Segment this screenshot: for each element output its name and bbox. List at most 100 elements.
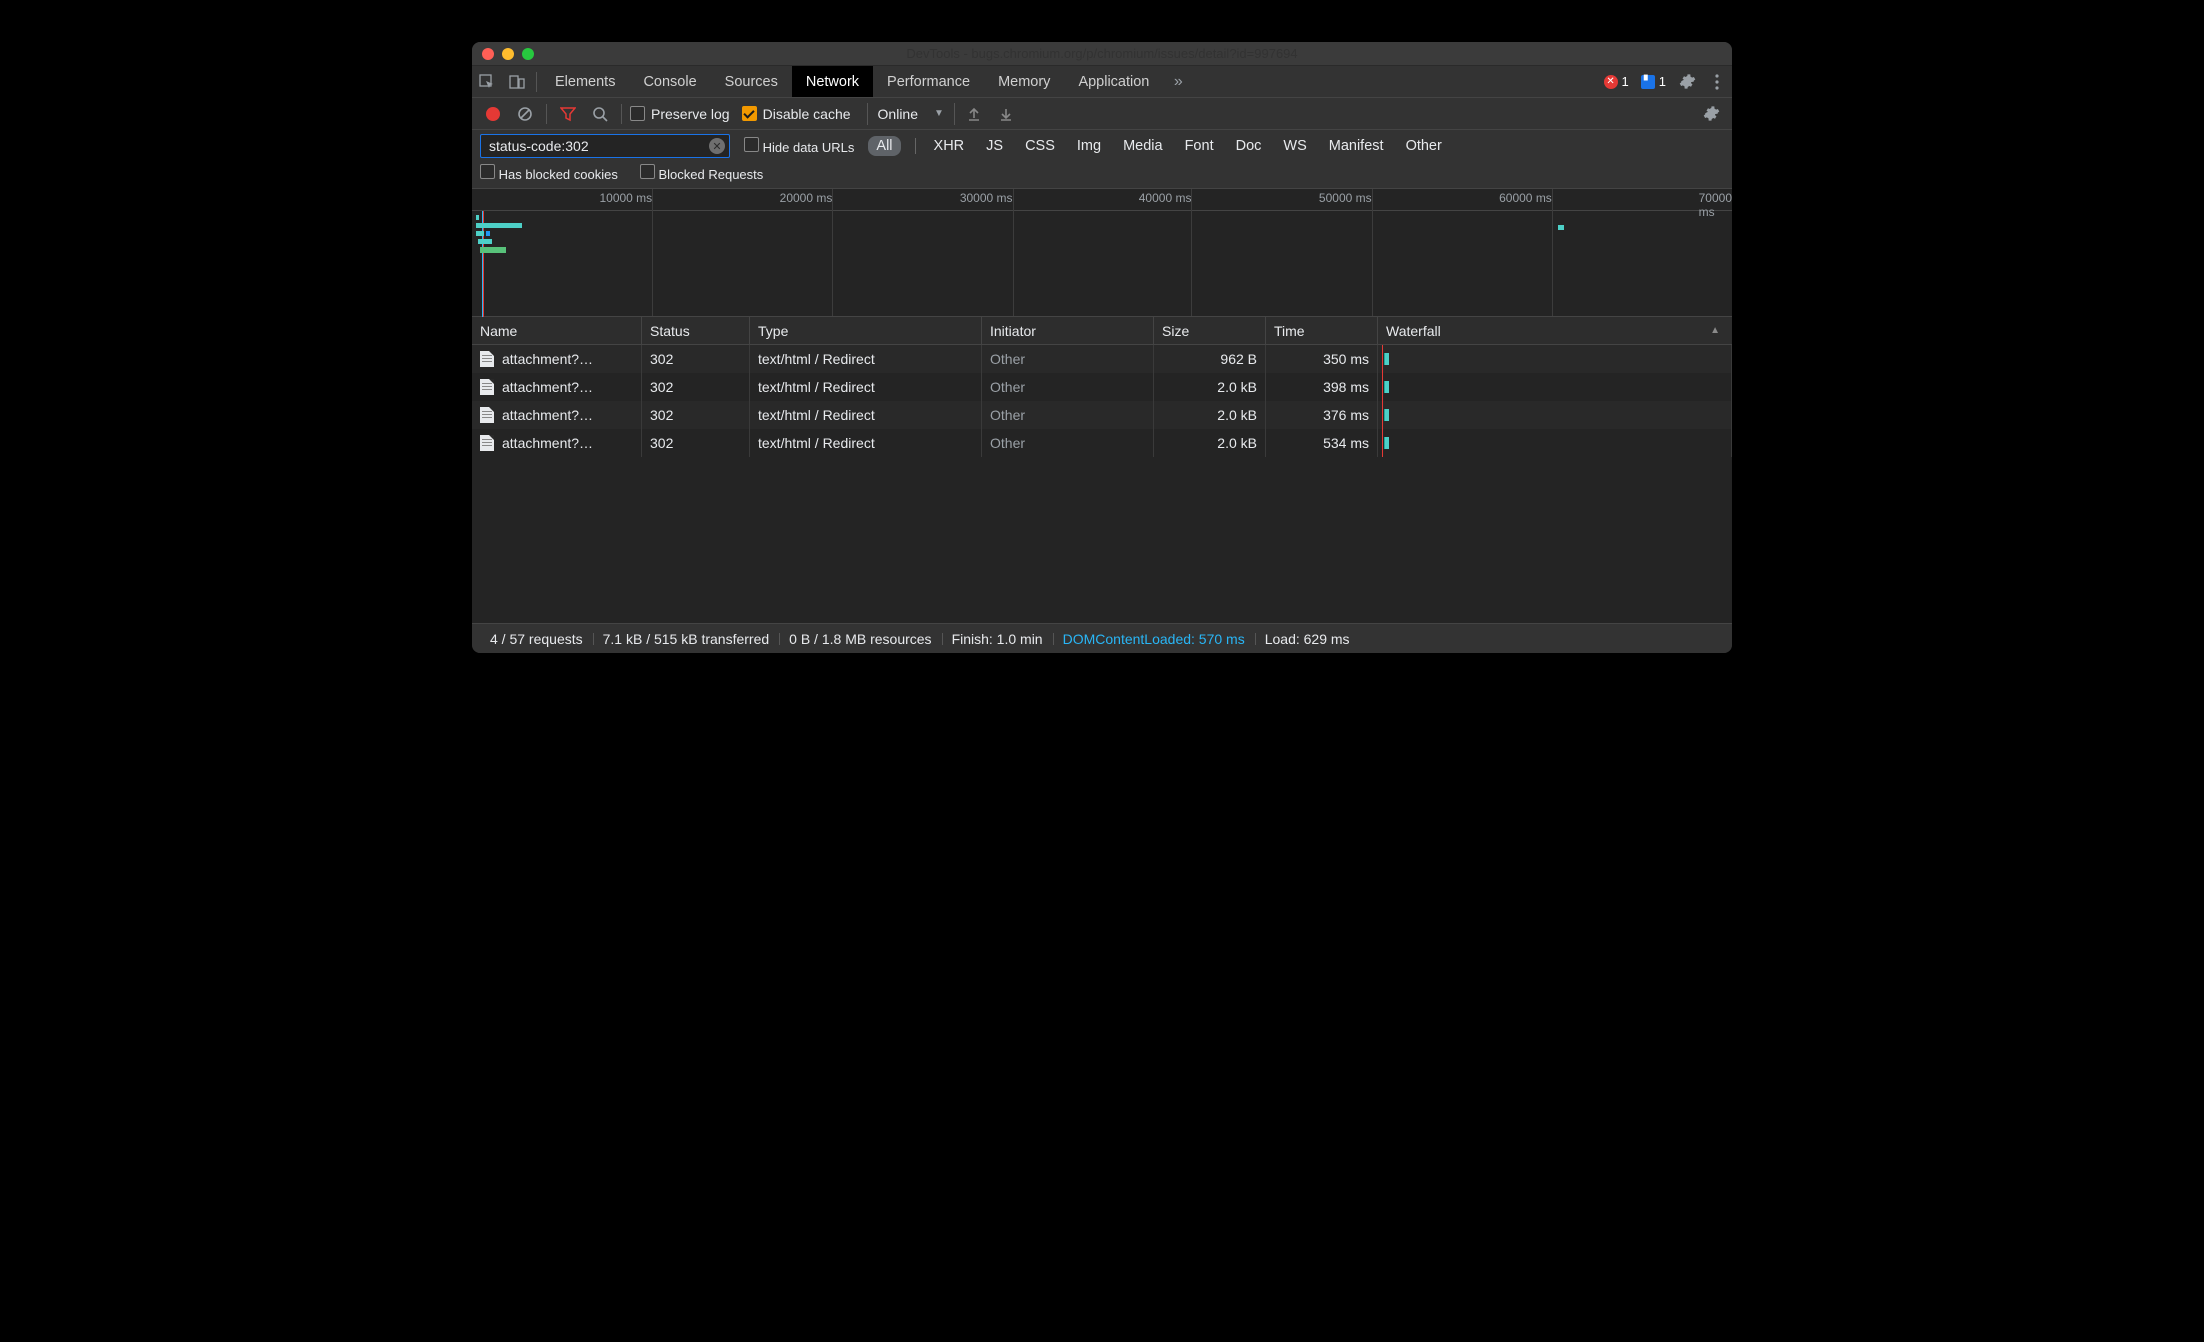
- cell-name: attachment?…: [472, 401, 642, 429]
- minimize-window-button[interactable]: [502, 48, 514, 60]
- tab-sources[interactable]: Sources: [711, 66, 792, 97]
- inspect-element-icon[interactable]: [472, 66, 502, 97]
- message-counter[interactable]: ▘ 1: [1635, 66, 1672, 97]
- tick-line: [832, 189, 833, 316]
- hide-data-urls-checkbox[interactable]: Hide data URLs: [744, 137, 854, 155]
- table-row[interactable]: attachment?… 302 text/html / Redirect Ot…: [472, 401, 1732, 429]
- cell-size: 2.0 kB: [1154, 401, 1266, 429]
- waterfall-segment: [1384, 353, 1389, 365]
- column-header-waterfall[interactable]: Waterfall ▲: [1378, 317, 1732, 344]
- type-filter-img[interactable]: Img: [1073, 136, 1105, 156]
- table-row[interactable]: attachment?… 302 text/html / Redirect Ot…: [472, 429, 1732, 457]
- checkbox-icon: [630, 106, 645, 121]
- column-header-time[interactable]: Time: [1266, 317, 1378, 344]
- file-icon: [480, 379, 494, 395]
- filter-input[interactable]: ✕: [480, 134, 730, 158]
- cell-type: text/html / Redirect: [750, 429, 982, 457]
- request-name: attachment?…: [502, 379, 593, 395]
- blocked-requests-checkbox[interactable]: Blocked Requests: [640, 164, 763, 182]
- disable-cache-checkbox[interactable]: Disable cache: [742, 106, 851, 122]
- resource-type-filter: All XHR JS CSS Img Media Font Doc WS Manifest Othe…: [868, 136, 1445, 156]
- divider: [621, 104, 622, 124]
- status-resources: 0 B / 1.8 MB resources: [779, 631, 941, 647]
- tab-application[interactable]: Application: [1064, 66, 1163, 97]
- type-filter-media[interactable]: Media: [1119, 136, 1167, 156]
- timeline-bar: [476, 231, 484, 236]
- cell-name: attachment?…: [472, 429, 642, 457]
- record-button[interactable]: [480, 101, 506, 127]
- download-har-icon[interactable]: [993, 101, 1019, 127]
- clear-icon[interactable]: [512, 101, 538, 127]
- type-filter-manifest[interactable]: Manifest: [1325, 136, 1388, 156]
- type-filter-all[interactable]: All: [868, 136, 900, 156]
- disable-cache-label: Disable cache: [763, 106, 851, 122]
- settings-icon[interactable]: [1672, 66, 1702, 97]
- column-header-status[interactable]: Status: [642, 317, 750, 344]
- type-filter-xhr[interactable]: XHR: [930, 136, 969, 156]
- window-controls: [482, 48, 534, 60]
- search-icon[interactable]: [587, 101, 613, 127]
- column-header-size[interactable]: Size: [1154, 317, 1266, 344]
- throttling-select[interactable]: Online ▼: [867, 103, 955, 125]
- tick-line: [1013, 189, 1014, 316]
- network-settings-icon[interactable]: [1698, 101, 1724, 127]
- status-transferred: 7.1 kB / 515 kB transferred: [593, 631, 780, 647]
- filter-text-field[interactable]: [489, 138, 709, 154]
- load-marker: [1382, 373, 1383, 401]
- timeline-bar: [480, 247, 506, 253]
- more-tabs-icon[interactable]: »: [1163, 66, 1193, 97]
- column-header-name[interactable]: Name: [472, 317, 642, 344]
- cell-name: attachment?…: [472, 373, 642, 401]
- checkbox-icon: [480, 164, 495, 179]
- status-bar: 4 / 57 requests 7.1 kB / 515 kB transfer…: [472, 623, 1732, 653]
- type-filter-ws[interactable]: WS: [1279, 136, 1310, 156]
- type-filter-doc[interactable]: Doc: [1232, 136, 1266, 156]
- column-header-type[interactable]: Type: [750, 317, 982, 344]
- network-toolbar: Preserve log Disable cache Online ▼: [472, 98, 1732, 130]
- device-toolbar-icon[interactable]: [502, 66, 532, 97]
- tick-label: 30000 ms: [960, 191, 1013, 205]
- clear-filter-icon[interactable]: ✕: [709, 138, 725, 154]
- status-finish: Finish: 1.0 min: [942, 631, 1053, 647]
- timeline-overview[interactable]: 10000 ms20000 ms30000 ms40000 ms50000 ms…: [472, 189, 1732, 317]
- upload-har-icon[interactable]: [961, 101, 987, 127]
- divider: [536, 72, 537, 92]
- waterfall-segment: [1384, 409, 1389, 421]
- close-window-button[interactable]: [482, 48, 494, 60]
- checkbox-checked-icon: [742, 106, 757, 121]
- tab-performance[interactable]: Performance: [873, 66, 984, 97]
- tab-elements[interactable]: Elements: [541, 66, 629, 97]
- cell-time: 534 ms: [1266, 429, 1378, 457]
- type-filter-font[interactable]: Font: [1181, 136, 1218, 156]
- table-row[interactable]: attachment?… 302 text/html / Redirect Ot…: [472, 345, 1732, 373]
- tab-memory[interactable]: Memory: [984, 66, 1064, 97]
- timeline-ruler: 10000 ms20000 ms30000 ms40000 ms50000 ms…: [472, 189, 1732, 211]
- status-dcl: DOMContentLoaded: 570 ms: [1053, 631, 1255, 647]
- zoom-window-button[interactable]: [522, 48, 534, 60]
- kebab-menu-icon[interactable]: [1702, 66, 1732, 97]
- cell-type: text/html / Redirect: [750, 345, 982, 373]
- tick-line: [1372, 189, 1373, 316]
- tab-network[interactable]: Network: [792, 66, 873, 97]
- column-header-initiator[interactable]: Initiator: [982, 317, 1154, 344]
- request-name: attachment?…: [502, 351, 593, 367]
- filter-icon[interactable]: [555, 101, 581, 127]
- tab-console[interactable]: Console: [629, 66, 710, 97]
- cell-size: 962 B: [1154, 345, 1266, 373]
- table-row[interactable]: attachment?… 302 text/html / Redirect Ot…: [472, 373, 1732, 401]
- load-marker: [1382, 401, 1383, 429]
- type-filter-css[interactable]: CSS: [1021, 136, 1059, 156]
- divider: [915, 138, 916, 154]
- devtools-window: DevTools - bugs.chromium.org/p/chromium/…: [472, 42, 1732, 653]
- type-filter-js[interactable]: JS: [982, 136, 1007, 156]
- request-name: attachment?…: [502, 435, 593, 451]
- error-counter[interactable]: ✕ 1: [1598, 66, 1635, 97]
- cell-type: text/html / Redirect: [750, 401, 982, 429]
- timeline-bar: [486, 231, 490, 236]
- type-filter-other[interactable]: Other: [1402, 136, 1446, 156]
- timeline-bar: [1558, 225, 1564, 230]
- preserve-log-checkbox[interactable]: Preserve log: [630, 106, 730, 122]
- cell-size: 2.0 kB: [1154, 373, 1266, 401]
- load-marker: [1382, 429, 1383, 457]
- has-blocked-cookies-checkbox[interactable]: Has blocked cookies: [480, 164, 618, 182]
